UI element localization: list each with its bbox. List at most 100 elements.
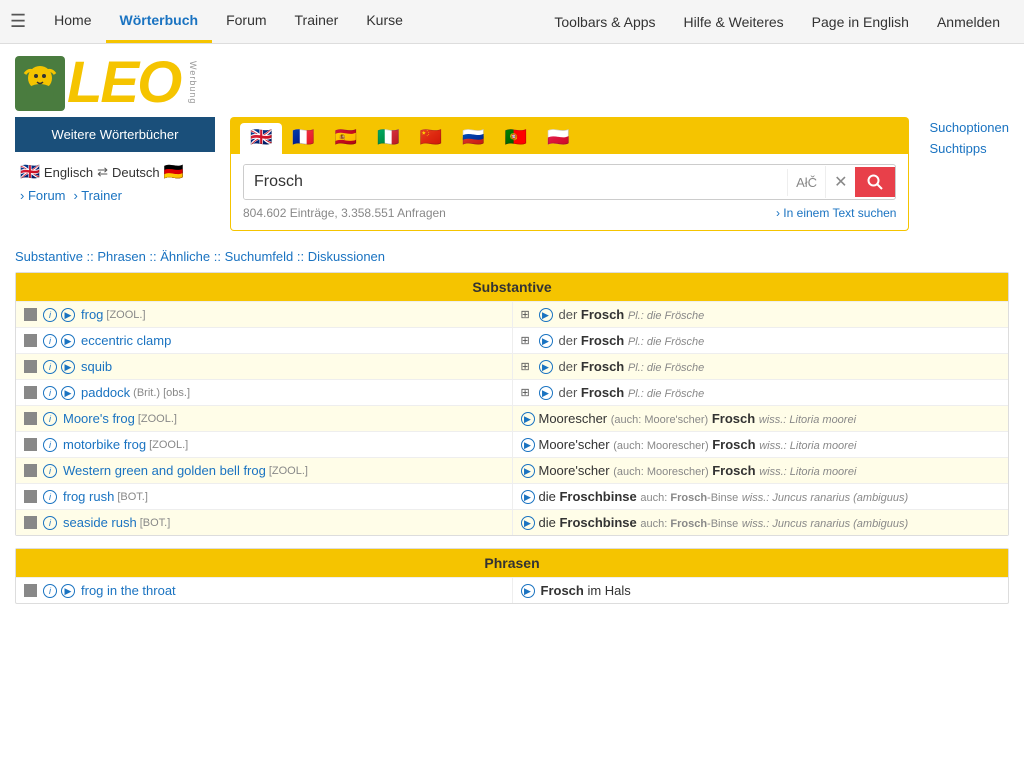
de-word[interactable]: Frosch (581, 385, 624, 400)
breadcrumb-diskussionen[interactable]: Diskussionen (308, 249, 385, 264)
word-en[interactable]: frog (81, 307, 103, 322)
hamburger-menu-icon[interactable]: ☰ (10, 11, 26, 32)
cell-de: ▶ Frosch im Hals (513, 578, 1009, 603)
word-en[interactable]: frog rush (63, 489, 114, 504)
row-icons-left: i ▶ (24, 334, 75, 348)
play-icon[interactable]: ▶ (539, 308, 553, 322)
word-tag: [ZOOL.] (149, 439, 188, 451)
atc-toggle[interactable]: AłČ (787, 169, 825, 196)
nav-item-english[interactable]: Page in English (798, 2, 923, 42)
de-word[interactable]: Frosch (581, 307, 624, 322)
search-submit-button[interactable] (855, 167, 895, 197)
clear-search-button[interactable]: ✕ (825, 166, 855, 198)
save-icon[interactable] (24, 334, 37, 347)
flag-tab-cn[interactable]: 🇨🇳 (410, 123, 452, 154)
play-icon[interactable]: ▶ (521, 584, 535, 598)
save-icon[interactable] (24, 360, 37, 373)
info-icon[interactable]: i (43, 334, 57, 348)
save-icon[interactable] (24, 516, 37, 529)
breadcrumb-suchumfeld[interactable]: Suchumfeld (225, 249, 294, 264)
play-icon[interactable]: ▶ (61, 360, 75, 374)
nav-item-forum[interactable]: Forum (212, 0, 280, 43)
play-icon[interactable]: ▶ (521, 438, 535, 452)
info-icon[interactable]: i (43, 438, 57, 452)
word-en[interactable]: motorbike frog (63, 437, 146, 452)
flag-tab-es[interactable]: 🇪🇸 (325, 123, 367, 154)
info-icon[interactable]: i (43, 464, 57, 478)
word-en[interactable]: frog in the throat (81, 583, 176, 598)
info-icon[interactable]: i (43, 386, 57, 400)
weitere-woerterbuecher-button[interactable]: Weitere Wörterbücher (15, 117, 215, 152)
info-icon[interactable]: i (43, 308, 57, 322)
play-icon[interactable]: ▶ (521, 464, 535, 478)
cell-en: i frog rush [BOT.] (16, 484, 513, 509)
word-de: Moorescher (auch: Moore'scher) Frosch wi… (539, 411, 857, 426)
save-icon[interactable] (24, 308, 37, 321)
info-icon[interactable]: i (43, 412, 57, 426)
lang-swap-icon[interactable]: ⇄ (97, 164, 108, 180)
save-icon[interactable] (24, 490, 37, 503)
de-word[interactable]: Frosch (541, 583, 584, 598)
suchtipps-link[interactable]: Suchtipps (929, 138, 1009, 159)
word-en[interactable]: paddock (81, 385, 130, 400)
article: der (559, 359, 581, 374)
forum-link[interactable]: › Forum (20, 188, 66, 203)
play-icon[interactable]: ▶ (61, 308, 75, 322)
play-icon[interactable]: ▶ (521, 516, 535, 530)
nav-item-trainer[interactable]: Trainer (281, 0, 353, 43)
nav-item-kurse[interactable]: Kurse (352, 0, 417, 43)
flag-tab-en[interactable]: 🇬🇧 (240, 123, 282, 154)
flag-tab-pl[interactable]: 🇵🇱 (537, 123, 579, 154)
flag-tab-pt[interactable]: 🇵🇹 (495, 123, 537, 154)
play-icon[interactable]: ▶ (521, 412, 535, 426)
in-text-search-link[interactable]: › In einem Text suchen (776, 206, 897, 220)
breadcrumb-phrasen[interactable]: Phrasen (97, 249, 145, 264)
play-icon[interactable]: ▶ (539, 360, 553, 374)
save-icon[interactable] (24, 464, 37, 477)
breadcrumb-aehnliche[interactable]: Ähnliche (160, 249, 210, 264)
nav-item-woerterbuch[interactable]: Wörterbuch (106, 0, 213, 43)
de-word[interactable]: Frosch (712, 411, 755, 426)
play-icon[interactable]: ▶ (539, 386, 553, 400)
word-en[interactable]: squib (81, 359, 112, 374)
word-en[interactable]: Western green and golden bell frog (63, 463, 266, 478)
de-word[interactable]: Frosch (581, 333, 624, 348)
section-substantive: Substantive i ▶ frog [ZOOL.] ⊞ ▶ der Fro… (15, 272, 1009, 536)
breadcrumb: Substantive :: Phrasen :: Ähnliche :: Su… (0, 241, 1024, 272)
nav-item-anmelden[interactable]: Anmelden (923, 2, 1014, 42)
play-icon[interactable]: ▶ (539, 334, 553, 348)
de-word[interactable]: Frosch (712, 463, 755, 478)
word-en[interactable]: seaside rush (63, 515, 137, 530)
word-en[interactable]: Moore's frog (63, 411, 135, 426)
nav-item-hilfe[interactable]: Hilfe & Weiteres (670, 2, 798, 42)
play-icon[interactable]: ▶ (61, 584, 75, 598)
suchoptionen-link[interactable]: Suchoptionen (929, 117, 1009, 138)
nav-item-home[interactable]: Home (40, 0, 105, 43)
flag-tab-fr[interactable]: 🇫🇷 (282, 123, 324, 154)
top-navigation: ☰ Home Wörterbuch Forum Trainer Kurse To… (0, 0, 1024, 44)
de-word[interactable]: Frosch (581, 359, 624, 374)
de-word[interactable]: Frosch (712, 437, 755, 452)
search-input[interactable] (244, 165, 787, 199)
play-icon[interactable]: ▶ (521, 490, 535, 504)
nav-item-toolbars[interactable]: Toolbars & Apps (540, 2, 669, 42)
search-and-options: 🇬🇧 🇫🇷 🇪🇸 🇮🇹 🇨🇳 🇷🇺 🇵🇹 🇵🇱 AłČ ✕ (230, 117, 1009, 231)
werbung-label: Werbung (188, 61, 198, 104)
word-en[interactable]: eccentric clamp (81, 333, 171, 348)
save-icon[interactable] (24, 584, 37, 597)
save-icon[interactable] (24, 438, 37, 451)
info-icon[interactable]: i (43, 490, 57, 504)
info-icon[interactable]: i (43, 360, 57, 374)
de-word[interactable]: Froschbinse (559, 489, 636, 504)
save-icon[interactable] (24, 386, 37, 399)
play-icon[interactable]: ▶ (61, 334, 75, 348)
info-icon[interactable]: i (43, 516, 57, 530)
save-icon[interactable] (24, 412, 37, 425)
flag-tab-ru[interactable]: 🇷🇺 (452, 123, 494, 154)
play-icon[interactable]: ▶ (61, 386, 75, 400)
flag-tab-it[interactable]: 🇮🇹 (367, 123, 409, 154)
de-word[interactable]: Froschbinse (559, 515, 636, 530)
info-icon[interactable]: i (43, 584, 57, 598)
trainer-link[interactable]: › Trainer (74, 188, 122, 203)
breadcrumb-substantive[interactable]: Substantive (15, 249, 83, 264)
